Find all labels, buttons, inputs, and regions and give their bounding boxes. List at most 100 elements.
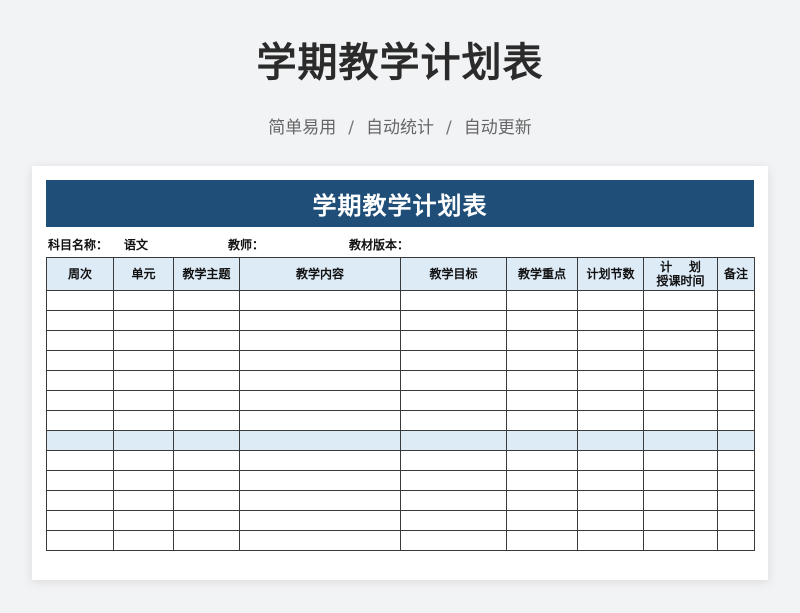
table-cell[interactable] [506,430,578,451]
table-cell[interactable] [113,410,174,431]
table-cell[interactable] [506,490,578,511]
table-cell[interactable] [239,410,401,431]
table-cell[interactable] [717,370,755,391]
table-cell[interactable] [506,370,578,391]
table-cell[interactable] [239,490,401,511]
table-cell[interactable] [506,350,578,371]
table-cell[interactable] [239,390,401,411]
table-cell[interactable] [46,290,114,311]
table-cell[interactable] [506,470,578,491]
table-cell[interactable] [643,450,718,471]
table-cell[interactable] [717,330,755,351]
table-cell[interactable] [577,450,644,471]
table-cell[interactable] [113,530,174,551]
table-cell[interactable] [643,370,718,391]
table-cell[interactable] [506,530,578,551]
table-cell[interactable] [643,350,718,371]
table-cell[interactable] [643,310,718,331]
table-cell[interactable] [577,470,644,491]
table-cell[interactable] [643,330,718,351]
table-cell[interactable] [239,450,401,471]
subject-value[interactable]: 语文 [124,236,148,253]
table-cell[interactable] [173,290,240,311]
table-cell[interactable] [717,430,755,451]
table-cell[interactable] [577,390,644,411]
table-cell[interactable] [46,330,114,351]
table-cell[interactable] [400,430,507,451]
table-cell[interactable] [239,510,401,531]
table-cell[interactable] [113,290,174,311]
table-cell[interactable] [239,370,401,391]
table-cell[interactable] [577,310,644,331]
table-cell[interactable] [239,290,401,311]
table-cell[interactable] [173,450,240,471]
table-cell[interactable] [577,430,644,451]
table-cell[interactable] [46,390,114,411]
table-cell[interactable] [643,390,718,411]
table-cell[interactable] [173,410,240,431]
table-cell[interactable] [113,470,174,491]
table-cell[interactable] [643,510,718,531]
table-cell[interactable] [400,310,507,331]
table-cell[interactable] [46,490,114,511]
table-cell[interactable] [506,310,578,331]
table-cell[interactable] [46,370,114,391]
table-cell[interactable] [643,470,718,491]
table-cell[interactable] [400,290,507,311]
table-cell[interactable] [46,510,114,531]
table-cell[interactable] [577,370,644,391]
table-cell[interactable] [239,530,401,551]
table-cell[interactable] [46,470,114,491]
table-cell[interactable] [46,450,114,471]
table-cell[interactable] [506,290,578,311]
table-cell[interactable] [46,410,114,431]
table-cell[interactable] [173,390,240,411]
table-cell[interactable] [400,410,507,431]
table-cell[interactable] [113,370,174,391]
table-cell[interactable] [239,310,401,331]
table-cell[interactable] [113,310,174,331]
table-cell[interactable] [717,450,755,471]
table-cell[interactable] [577,290,644,311]
table-cell[interactable] [506,330,578,351]
table-cell[interactable] [577,330,644,351]
table-cell[interactable] [113,490,174,511]
table-cell[interactable] [717,530,755,551]
table-cell[interactable] [173,510,240,531]
table-cell[interactable] [113,390,174,411]
table-cell[interactable] [239,350,401,371]
table-cell[interactable] [643,490,718,511]
table-cell[interactable] [717,310,755,331]
table-cell[interactable] [717,290,755,311]
table-cell[interactable] [400,350,507,371]
table-cell[interactable] [577,410,644,431]
table-cell[interactable] [173,350,240,371]
table-cell[interactable] [400,330,507,351]
table-cell[interactable] [400,470,507,491]
table-cell[interactable] [46,530,114,551]
table-cell[interactable] [239,430,401,451]
table-cell[interactable] [113,330,174,351]
table-cell[interactable] [506,510,578,531]
table-cell[interactable] [239,330,401,351]
table-cell[interactable] [113,430,174,451]
table-cell[interactable] [577,490,644,511]
table-cell[interactable] [643,530,718,551]
table-cell[interactable] [506,450,578,471]
table-cell[interactable] [400,390,507,411]
table-cell[interactable] [577,350,644,371]
table-cell[interactable] [113,350,174,371]
table-cell[interactable] [717,410,755,431]
table-cell[interactable] [173,330,240,351]
table-cell[interactable] [717,510,755,531]
table-cell[interactable] [239,470,401,491]
table-cell[interactable] [400,510,507,531]
table-cell[interactable] [46,430,114,451]
table-cell[interactable] [46,310,114,331]
table-cell[interactable] [173,310,240,331]
table-cell[interactable] [577,510,644,531]
table-cell[interactable] [113,510,174,531]
table-cell[interactable] [400,490,507,511]
table-cell[interactable] [173,530,240,551]
table-cell[interactable] [173,470,240,491]
